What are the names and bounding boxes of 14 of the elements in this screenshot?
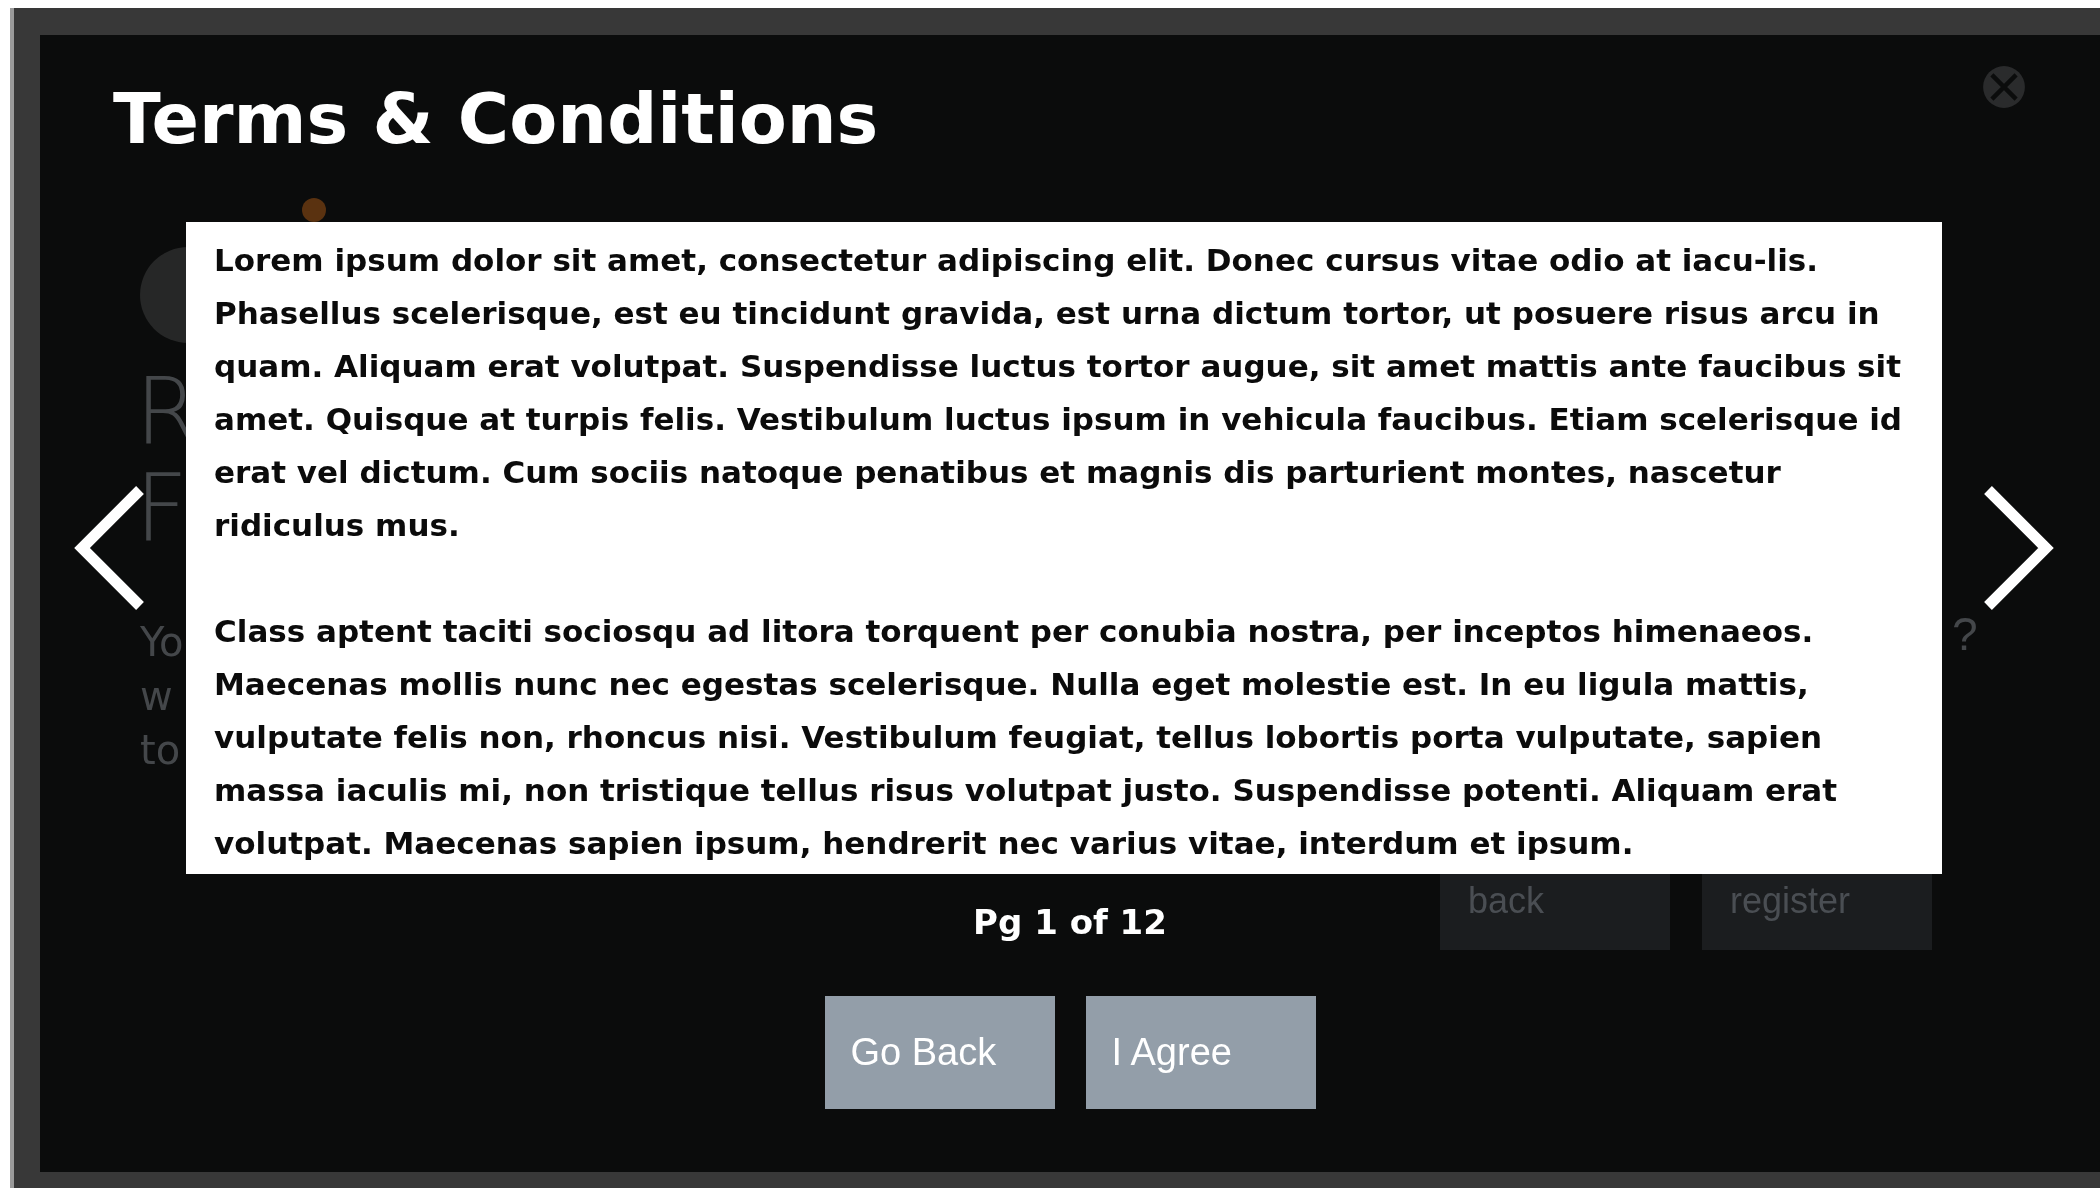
background-heading: F bbox=[135, 461, 189, 557]
terms-paragraph: Class aptent taciti sociosqu ad litora torquent per conubia nostra, per inceptos himenaeos. Maecenas mollis nunc nec egestas scelerisque. Nulla eget molestie est. In eu ligula mattis, vulputate felis non, rhoncus nisi. Vestibulum feugiat, tellus lobortis porta vulputate, sapien massa iaculis mi, non tristique tellus risus volutpat justo. Suspendisse potenti. Aliquam erat volutpat. Maecenas sapien ipsum, hendrerit nec varius vitae, interdum et ipsum. bbox=[214, 612, 1839, 863]
background-text: Yo bbox=[140, 618, 184, 667]
chevron-right-icon[interactable] bbox=[1982, 486, 2054, 610]
chevron-left-icon[interactable] bbox=[74, 486, 146, 610]
page-indicator: Pg 1 of 12 bbox=[973, 902, 1167, 942]
background-text: ? bbox=[1952, 607, 1978, 661]
dialog-button[interactable]: Go Back bbox=[824, 996, 1055, 1109]
background-text: w bbox=[140, 672, 174, 721]
dialog-button[interactable]: I Agree bbox=[1085, 996, 1316, 1109]
background-text: to bbox=[140, 726, 182, 775]
logo-dot bbox=[302, 198, 326, 222]
terms-paragraph: Lorem ipsum dolor sit amet, consectetur adipiscing elit. Donec cursus vitae odio at iacu-lis. Phasellus scelerisque, est eu tincidunt gravida, est urna dictum tortor, ut posuere risus arcu in quam. Aliquam erat volutpat. Suspendisse luctus tortor augue, sit amet mattis ante faucibus sit amet. Quisque at turpis felis. Vestibulum luctus ipsum in vehicula faucibus. Etiam scelerisque id erat vel dictum. Cum sociis natoque penatibus et magnis dis parturient montes, nascetur ridiculus mus. bbox=[214, 241, 1904, 545]
dialog-title: Terms & Conditions bbox=[113, 77, 879, 162]
